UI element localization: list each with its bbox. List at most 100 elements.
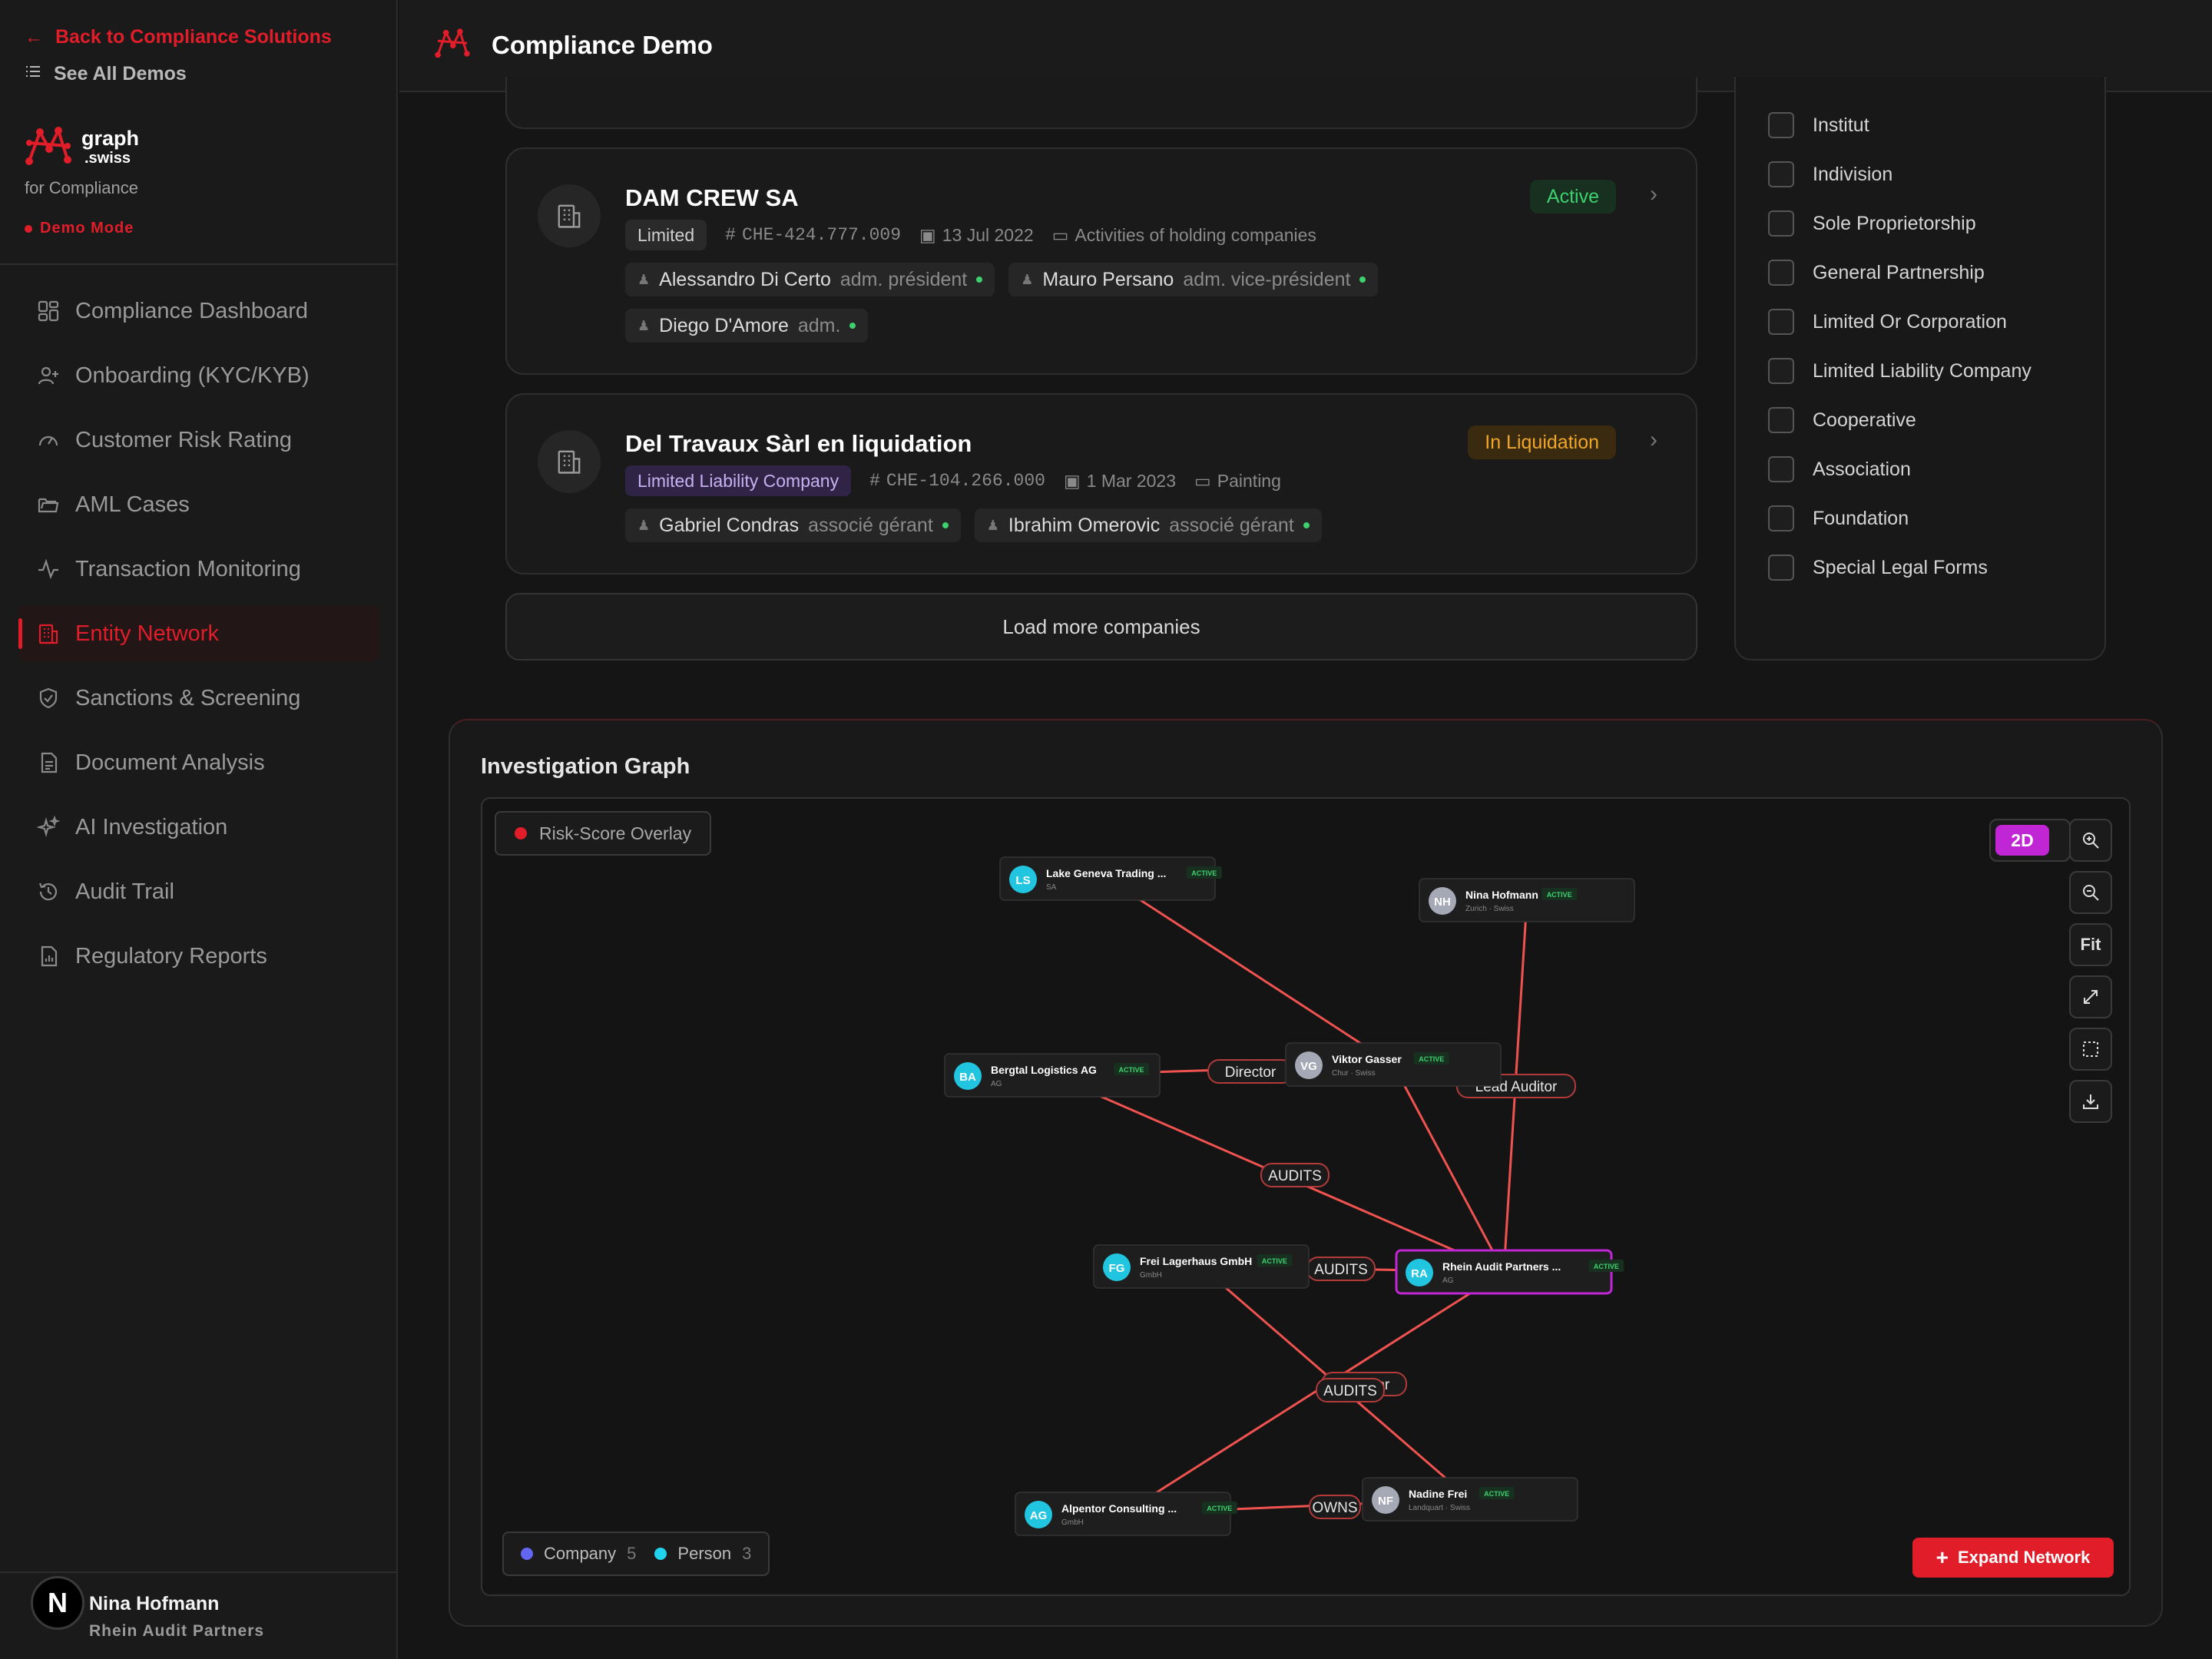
person-name: Diego D'Amore [659, 314, 789, 336]
fit-button[interactable]: Fit [2069, 923, 2112, 966]
sidebar-item-aml-cases[interactable]: AML Cases [18, 476, 379, 533]
sidebar-item-regulatory-reports[interactable]: Regulatory Reports [18, 928, 379, 985]
filter-option[interactable]: Sole Proprietorship [1768, 210, 1976, 237]
filter-option[interactable]: Limited Liability Company [1768, 358, 2032, 384]
graph-edge[interactable] [1107, 877, 1394, 1066]
checkbox[interactable] [1768, 505, 1794, 531]
fullscreen-button[interactable] [2069, 975, 2112, 1018]
avatar[interactable]: N [31, 1576, 84, 1630]
expand-network-label: Expand Network [1957, 1548, 2091, 1567]
checkbox[interactable] [1768, 112, 1794, 138]
filter-option[interactable]: General Partnership [1768, 260, 1985, 286]
zoom-out-button[interactable] [2069, 871, 2112, 914]
mode-2d-button[interactable]: 2D [1995, 825, 2049, 856]
person-chip[interactable]: ♟ Diego D'Amore adm. [625, 309, 869, 343]
sidebar-item-compliance-dashboard[interactable]: Compliance Dashboard [18, 283, 379, 339]
download-icon [2083, 1094, 2098, 1109]
filter-option[interactable]: Cooperative [1768, 407, 1916, 433]
activity-icon [38, 558, 58, 580]
sidebar-item-entity-network[interactable]: Entity Network [18, 605, 379, 662]
user-organization: Rhein Audit Partners [89, 1622, 265, 1640]
checkbox[interactable] [1768, 456, 1794, 482]
graph-node-nf[interactable]: NF Nadine Frei Landquart · Swiss ACTIVE [1362, 1477, 1578, 1522]
checkbox[interactable] [1768, 260, 1794, 286]
company-card[interactable] [505, 77, 1697, 129]
graph-node-ra[interactable]: RA Rhein Audit Partners ... AG ACTIVE [1395, 1249, 1624, 1295]
see-all-demos-link[interactable]: See All Demos [25, 63, 187, 85]
sidebar-item-label: Compliance Dashboard [75, 298, 309, 323]
graph-node-fg[interactable]: FG Frei Lagerhaus GmbH GmbH ACTIVE [1093, 1244, 1310, 1289]
node-initials: AG [1030, 1509, 1048, 1522]
sidebar-item-customer-risk-rating[interactable]: Customer Risk Rating [18, 412, 379, 469]
see-all-demos-label: See All Demos [54, 63, 187, 84]
filter-option[interactable]: Limited Or Corporation [1768, 309, 2007, 335]
checkbox[interactable] [1768, 210, 1794, 237]
person-chip[interactable]: ♟ Gabriel Condras associé gérant [625, 508, 961, 542]
active-badge-text: ACTIVE [1547, 891, 1572, 899]
graph-node-nh[interactable]: NH Nina Hofmann Zurich · Swiss ACTIVE [1419, 878, 1635, 922]
network-graph[interactable]: DirectorLead AuditorAUDITSAUDITSDirector… [482, 799, 2131, 1596]
industry-value: Activities of holding companies [1075, 224, 1316, 245]
graph-node-ba[interactable]: BA Bergtal Logistics AG AG ACTIVE [944, 1053, 1161, 1098]
filter-option[interactable]: Indivision [1768, 161, 1892, 187]
person-chip[interactable]: ♟ Mauro Persano adm. vice-président [1008, 263, 1379, 296]
node-initials: BA [959, 1071, 976, 1084]
filter-option[interactable]: Foundation [1768, 505, 1909, 531]
filter-option[interactable]: Institut [1768, 112, 1869, 138]
brand-logo[interactable]: graph .swiss [23, 123, 139, 171]
download-button[interactable] [2069, 1080, 2112, 1123]
filter-option[interactable]: Association [1768, 456, 1911, 482]
company-name[interactable]: Del Travaux Sàrl en liquidation [625, 430, 972, 458]
company-card[interactable]: Del Travaux Sàrl en liquidation In Liqui… [505, 393, 1697, 575]
filter-label: Limited Or Corporation [1813, 310, 2007, 333]
checkbox[interactable] [1768, 358, 1794, 384]
expand-network-button[interactable]: + Expand Network [1912, 1538, 2114, 1578]
zoom-out-icon [2083, 885, 2099, 901]
active-badge-text: ACTIVE [1419, 1055, 1444, 1063]
sidebar-item-document-analysis[interactable]: Document Analysis [18, 734, 379, 791]
graph-node-vg[interactable]: VG Viktor Gasser Chur · Swiss ACTIVE [1285, 1042, 1502, 1087]
legend-label: Person [677, 1544, 732, 1563]
person-chip[interactable]: ♟ Ibrahim Omerovic associé gérant [974, 508, 1322, 542]
page-title: Compliance Demo [492, 31, 713, 59]
checkbox[interactable] [1768, 407, 1794, 433]
sidebar-item-onboarding[interactable]: Onboarding (KYC/KYB) [18, 347, 379, 404]
graph-canvas[interactable]: DirectorLead AuditorAUDITSAUDITSDirector… [481, 797, 2131, 1596]
sidebar-item-transaction-monitoring[interactable]: Transaction Monitoring [18, 541, 379, 598]
expand-icon [2084, 990, 2098, 1004]
status-badge: Active [1529, 180, 1616, 214]
load-more-button[interactable]: Load more companies [505, 593, 1697, 661]
graph-logo-icon [25, 126, 71, 165]
filter-label: Foundation [1813, 507, 1909, 529]
chevron-right-icon[interactable]: › [1650, 181, 1657, 207]
sidebar-item-sanctions-screening[interactable]: Sanctions & Screening [18, 670, 379, 727]
node-initials: LS [1015, 874, 1030, 887]
graph-node-ac[interactable]: AG Alpentor Consulting ... GmbH ACTIVE [1015, 1492, 1237, 1536]
divider [0, 263, 398, 265]
filter-option[interactable]: Special Legal Forms [1768, 555, 1988, 581]
zoom-in-button[interactable] [2069, 819, 2112, 862]
legend-count: 3 [742, 1544, 752, 1563]
filter-label: Cooperative [1813, 409, 1916, 431]
building-icon [538, 184, 601, 247]
company-industry: ▭ Activities of holding companies [1052, 225, 1316, 246]
sidebar-item-ai-investigation[interactable]: AI Investigation [18, 799, 379, 856]
node-name: Viktor Gasser [1332, 1053, 1402, 1065]
chevron-right-icon[interactable]: › [1650, 427, 1657, 453]
company-meta: Limited Liability Company # CHE-104.266.0… [625, 465, 1281, 496]
graph-node-ls[interactable]: LS Lake Geneva Trading ... SA ACTIVE [999, 856, 1222, 901]
back-link[interactable]: ← Back to Compliance Solutions [25, 26, 332, 48]
person-name: Mauro Persano [1042, 268, 1174, 290]
box-select-button[interactable] [2069, 1028, 2112, 1071]
company-card[interactable]: DAM CREW SA Active › Limited # CHE-424.77… [505, 147, 1697, 375]
company-name[interactable]: DAM CREW SA [625, 184, 799, 212]
risk-score-overlay-toggle[interactable]: Risk-Score Overlay [495, 811, 712, 856]
sidebar-item-audit-trail[interactable]: Audit Trail [18, 863, 379, 920]
building-icon [38, 624, 58, 644]
view-mode-toggle[interactable]: 2D [1989, 819, 2071, 862]
active-dot-icon [849, 323, 856, 329]
checkbox[interactable] [1768, 555, 1794, 581]
checkbox[interactable] [1768, 161, 1794, 187]
checkbox[interactable] [1768, 309, 1794, 335]
person-chip[interactable]: ♟ Alessandro Di Certo adm. président [625, 263, 995, 296]
